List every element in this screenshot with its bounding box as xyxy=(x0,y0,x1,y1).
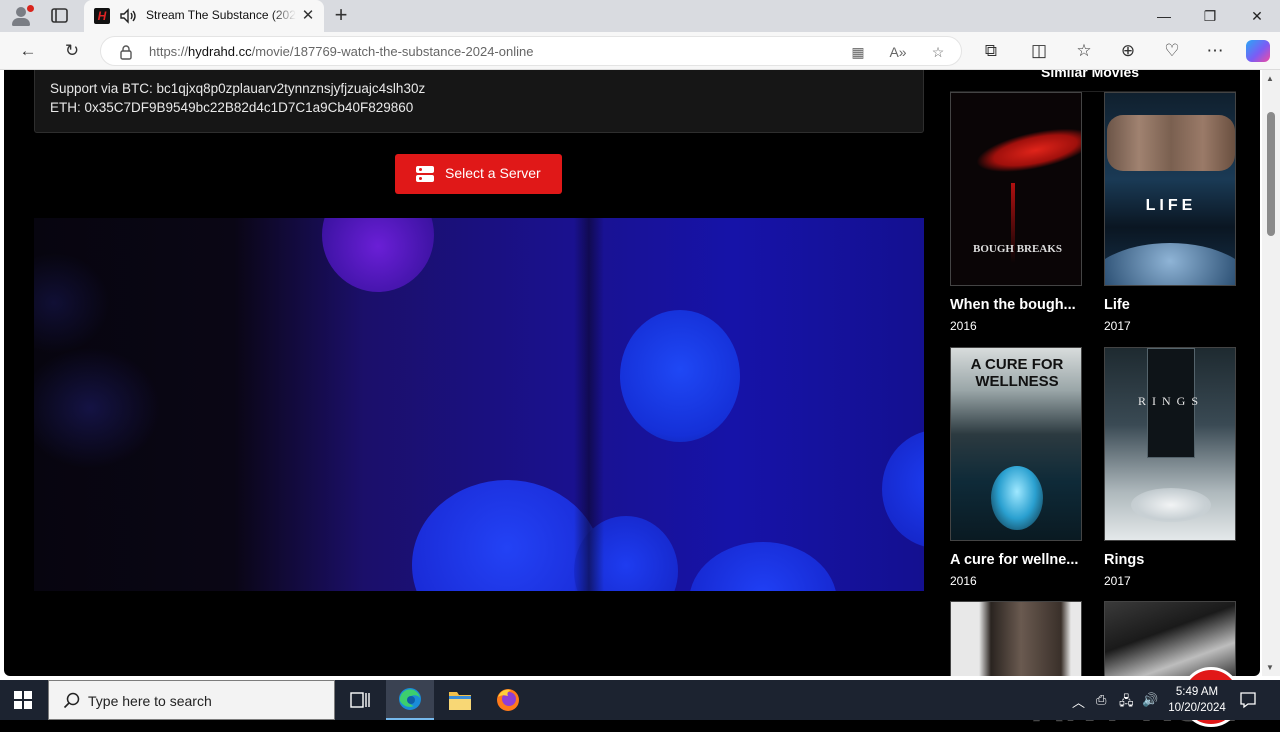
browser-tab-active[interactable]: H Stream The Substance (2024) Full Movie… xyxy=(84,0,324,32)
movie-poster[interactable]: RINGS xyxy=(1104,347,1236,541)
meet-now-icon[interactable]: ⎙ xyxy=(1096,692,1106,708)
collections-icon[interactable]: ⊕ xyxy=(1117,40,1139,62)
browser-titlebar: H Stream The Substance (2024) Full Movie… xyxy=(0,0,1280,32)
search-icon xyxy=(63,692,80,709)
tab-actions-icon[interactable] xyxy=(50,7,70,25)
page-content: Support via BTC: bc1qjxq8p0zplauarv2tynn… xyxy=(4,70,1260,676)
select-server-button[interactable]: Select a Server xyxy=(395,154,562,194)
firefox-taskbar-button[interactable] xyxy=(484,680,532,720)
system-clock[interactable]: 5:49 AM 10/20/2024 xyxy=(1160,684,1234,716)
tab-close-icon[interactable]: ✕ xyxy=(300,8,316,24)
similar-movie-card[interactable]: RINGS Rings 2017 xyxy=(1104,347,1238,588)
movie-year: 2017 xyxy=(1104,574,1131,588)
movie-poster[interactable] xyxy=(1104,601,1236,676)
poster-art xyxy=(1107,115,1235,171)
restore-button[interactable]: ❐ xyxy=(1187,4,1233,28)
file-explorer-button[interactable] xyxy=(436,680,484,720)
support-donation-box: Support via BTC: bc1qjxq8p0zplauarv2tynn… xyxy=(34,70,924,133)
task-view-button[interactable] xyxy=(336,680,384,720)
firefox-icon xyxy=(497,689,519,711)
movie-title[interactable]: A cure for wellne... xyxy=(950,552,1084,568)
scroll-up-arrow-icon[interactable]: ▲ xyxy=(1266,74,1274,83)
volume-icon[interactable]: 🔊 xyxy=(1142,692,1158,708)
taskbar-search-box[interactable]: Type here to search xyxy=(48,680,335,720)
similar-movie-card[interactable]: BOUGH BREAKS When the bough... 2016 xyxy=(950,92,1084,333)
similar-movies-heading: Similar Movies xyxy=(1041,70,1140,80)
select-server-label: Select a Server xyxy=(445,165,541,181)
page-scrollbar[interactable]: ▲ ▼ xyxy=(1262,70,1280,676)
poster-art xyxy=(1105,243,1235,285)
poster-title-text: BOUGH BREAKS xyxy=(973,243,1062,255)
poster-title-text: A CURE FOR WELLNESS xyxy=(970,356,1064,390)
back-arrow-icon[interactable]: ← xyxy=(17,40,39,62)
edge-browser-icon xyxy=(399,688,421,710)
video-frame-shadow xyxy=(574,218,604,591)
lock-icon[interactable] xyxy=(119,44,133,60)
poster-art xyxy=(991,466,1043,530)
poster-art xyxy=(955,118,1081,188)
scrollbar-thumb[interactable] xyxy=(1267,112,1275,236)
tab-title: Stream The Substance (2024) Full Movie O… xyxy=(146,8,296,24)
poster-title-text: RINGS xyxy=(1137,394,1204,408)
app-available-icon[interactable]: ▦ xyxy=(849,43,867,61)
network-icon[interactable]: 🖧 xyxy=(1119,692,1134,714)
favorites-icon[interactable]: ☆ xyxy=(1073,40,1095,62)
movie-title[interactable]: Life xyxy=(1104,297,1238,313)
windows-start-icon[interactable] xyxy=(14,691,32,709)
site-favicon-icon: H xyxy=(94,8,110,24)
eth-address-text: ETH: 0x35C7DF9B9549bc22B82d4c1D7C1a9Cb40… xyxy=(50,100,414,115)
more-options-icon[interactable]: ⋯ xyxy=(1204,40,1226,62)
edge-taskbar-button[interactable] xyxy=(386,680,434,720)
tab-audio-speaker-icon[interactable] xyxy=(118,7,138,25)
video-frame-bokeh xyxy=(322,218,434,292)
similar-movie-card[interactable]: A CURE FOR WELLNESS A cure for wellne...… xyxy=(950,347,1084,588)
scroll-down-arrow-icon[interactable]: ▼ xyxy=(1266,663,1274,672)
movie-poster[interactable]: LIFE xyxy=(1104,92,1236,286)
movie-title[interactable]: When the bough... xyxy=(950,297,1084,313)
close-window-button[interactable]: ✕ xyxy=(1234,4,1280,28)
copilot-icon[interactable] xyxy=(1246,40,1270,62)
show-hidden-icons-chevron-icon[interactable]: ︿ xyxy=(1072,692,1085,711)
url-text[interactable]: https://hydrahd.cc/movie/187769-watch-th… xyxy=(149,44,533,59)
read-aloud-icon[interactable]: A» xyxy=(889,43,907,61)
profile-avatar-icon[interactable] xyxy=(10,5,34,26)
server-icon xyxy=(416,166,434,182)
favorite-star-icon[interactable]: ☆ xyxy=(929,43,947,61)
video-player[interactable] xyxy=(34,218,924,591)
clock-date: 10/20/2024 xyxy=(1168,702,1226,714)
movie-year: 2016 xyxy=(950,319,977,333)
minimize-button[interactable]: — xyxy=(1141,4,1187,28)
video-frame-bokeh xyxy=(882,430,924,548)
web-page: Support via BTC: bc1qjxq8p0zplauarv2tynn… xyxy=(0,70,1280,731)
browser-essentials-icon[interactable]: ♡ xyxy=(1161,40,1183,62)
movie-year: 2017 xyxy=(1104,319,1131,333)
windows-taskbar: Type here to search ︿ ⎙ 🖧 🔊 5:49 AM 10/2… xyxy=(0,680,1280,720)
extensions-puzzle-icon[interactable]: ⧉ xyxy=(980,40,1002,62)
address-bar[interactable]: https://hydrahd.cc/movie/187769-watch-th… xyxy=(100,36,962,66)
new-tab-button[interactable]: + xyxy=(330,4,352,27)
video-frame-bokeh xyxy=(620,310,740,442)
clock-time: 5:49 AM xyxy=(1175,686,1219,698)
btc-address-text: Support via BTC: bc1qjxq8p0zplauarv2tynn… xyxy=(50,81,426,96)
split-screen-icon[interactable]: ◫ xyxy=(1028,40,1050,62)
similar-movie-card[interactable] xyxy=(950,601,1084,676)
search-placeholder: Type here to search xyxy=(88,693,212,709)
movie-poster[interactable] xyxy=(950,601,1082,676)
task-view-icon xyxy=(350,692,370,708)
movie-poster[interactable]: A CURE FOR WELLNESS xyxy=(950,347,1082,541)
movie-year: 2016 xyxy=(950,574,977,588)
similar-movie-card[interactable]: LIFE Life 2017 xyxy=(1104,92,1238,333)
movie-poster[interactable]: BOUGH BREAKS xyxy=(950,92,1082,286)
video-frame-bokeh xyxy=(689,542,837,591)
poster-title-text: LIFE xyxy=(1145,197,1197,214)
poster-art xyxy=(1131,488,1211,522)
movie-title[interactable]: Rings xyxy=(1104,552,1238,568)
browser-toolbar: ← ↻ https://hydrahd.cc/movie/187769-watc… xyxy=(0,32,1280,70)
folder-icon xyxy=(449,692,471,710)
similar-movie-card[interactable] xyxy=(1104,601,1238,676)
refresh-icon[interactable]: ↻ xyxy=(61,40,83,62)
notifications-icon[interactable] xyxy=(1238,690,1258,710)
